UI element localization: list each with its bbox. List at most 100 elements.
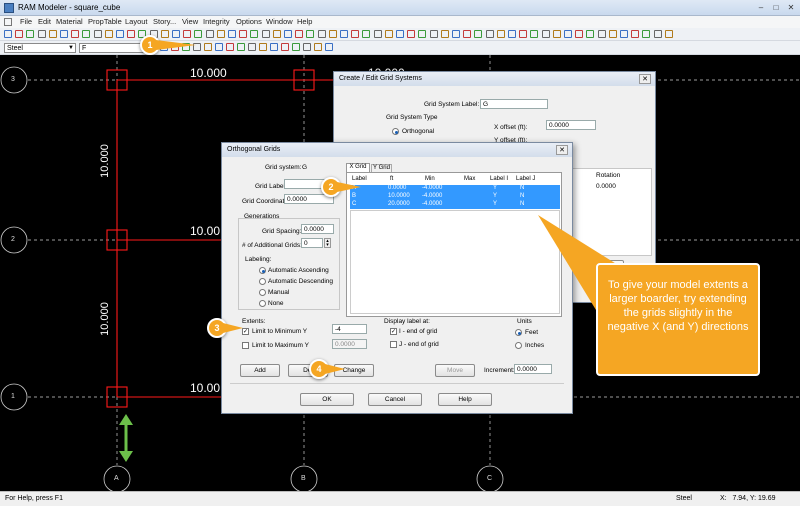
auto-ascending-radio[interactable]: [259, 267, 266, 274]
maximize-button[interactable]: □: [769, 2, 783, 13]
toolbar-tool-icon[interactable]: [48, 30, 57, 38]
toolbar-tool-icon[interactable]: [664, 30, 673, 38]
ok-button[interactable]: OK: [300, 393, 354, 406]
toolbar-tool-icon[interactable]: [93, 30, 102, 38]
toolbar-tool-icon[interactable]: [608, 30, 617, 38]
toolbar-tool-icon[interactable]: [317, 30, 326, 38]
menu-layout[interactable]: Layout: [125, 17, 148, 26]
toolbar-tool-icon[interactable]: [215, 43, 223, 51]
toolbar-tool-icon[interactable]: [384, 30, 393, 38]
table-row[interactable]: B 10.0000 -4.0000 Y N: [350, 193, 560, 201]
menu-options[interactable]: Options: [236, 17, 262, 26]
toolbar-tool-icon[interactable]: [373, 30, 382, 38]
toolbar-tool-icon[interactable]: [564, 30, 572, 38]
toolbar-tool-icon[interactable]: [237, 43, 245, 51]
toolbar-tool-icon[interactable]: [60, 30, 68, 38]
toolbar-tool-icon[interactable]: [239, 30, 248, 38]
menu-material[interactable]: Material: [56, 17, 83, 26]
toolbar-tool-icon[interactable]: [418, 30, 427, 38]
toolbar-tool-icon[interactable]: [474, 30, 483, 38]
grid-system-label-input[interactable]: G: [480, 99, 548, 109]
add-button[interactable]: Add: [240, 364, 280, 377]
toolbar-tool-icon[interactable]: [71, 30, 80, 38]
inches-radio[interactable]: [515, 342, 522, 349]
toolbar-tool-icon[interactable]: [396, 30, 404, 38]
toolbar-tool-icon[interactable]: [653, 30, 662, 38]
toolbar-tool-icon[interactable]: [270, 43, 278, 51]
toolbar-tool-icon[interactable]: [228, 30, 236, 38]
toolbar-tool-icon[interactable]: [325, 43, 333, 51]
toolbar-tool-icon[interactable]: [104, 30, 113, 38]
toolbar-tool-icon[interactable]: [183, 30, 192, 38]
toolbar-tool-icon[interactable]: [407, 30, 416, 38]
label-i-checkbox[interactable]: ✓: [390, 328, 397, 335]
menu-window[interactable]: Window: [266, 17, 293, 26]
toolbar-tool-icon[interactable]: [194, 30, 203, 38]
toolbar-tool-icon[interactable]: [463, 30, 472, 38]
toolbar-tool-icon[interactable]: [37, 30, 46, 38]
toolbar-tool-icon[interactable]: [26, 30, 35, 38]
manual-radio[interactable]: [259, 289, 266, 296]
toolbar-tool-icon[interactable]: [248, 43, 256, 51]
menu-story[interactable]: Story...: [153, 17, 176, 26]
toolbar-tool-icon[interactable]: [314, 43, 322, 51]
toolbar-tool-icon[interactable]: [340, 30, 348, 38]
cancel-button[interactable]: Cancel: [368, 393, 422, 406]
toolbar-tool-icon[interactable]: [127, 30, 136, 38]
toolbar-tool-icon[interactable]: [642, 30, 651, 38]
toolbar-tool-icon[interactable]: [530, 30, 539, 38]
additional-grids-input[interactable]: 0: [301, 238, 323, 248]
close-icon[interactable]: ✕: [639, 74, 651, 84]
toolbar-tool-icon[interactable]: [631, 30, 640, 38]
close-button[interactable]: ✕: [784, 2, 798, 13]
toolbar-tool-icon[interactable]: [303, 43, 311, 51]
spin-arrows-icon[interactable]: ▴ ▾: [324, 238, 331, 248]
toolbar-tool-icon[interactable]: [620, 30, 628, 38]
toolbar-tool-icon[interactable]: [4, 30, 12, 38]
toolbar-tool-icon[interactable]: [508, 30, 516, 38]
toolbar-tool-icon[interactable]: [575, 30, 584, 38]
toolbar-tool-icon[interactable]: [172, 30, 180, 38]
menu-file[interactable]: File: [20, 17, 32, 26]
menu-help[interactable]: Help: [297, 17, 312, 26]
close-icon[interactable]: ✕: [556, 145, 568, 155]
table-row[interactable]: C 20.0000 -4.0000 Y N: [350, 201, 560, 209]
toolbar-tool-icon[interactable]: [216, 30, 225, 38]
toolbar-tool-icon[interactable]: [496, 30, 505, 38]
limit-min-checkbox[interactable]: ✓: [242, 328, 249, 335]
toolbar-tool-icon[interactable]: [328, 30, 337, 38]
minimize-button[interactable]: –: [754, 2, 768, 13]
toolbar-tool-icon[interactable]: [519, 30, 528, 38]
toolbar-tool-icon[interactable]: [295, 30, 304, 38]
material-combo[interactable]: Steel ▼: [4, 43, 76, 53]
toolbar-tool-icon[interactable]: [281, 43, 289, 51]
toolbar-tool-icon[interactable]: [204, 43, 212, 51]
grid-table-empty-area[interactable]: [350, 210, 560, 314]
toolbar-tool-icon[interactable]: [586, 30, 595, 38]
toolbar-tool-icon[interactable]: [250, 30, 259, 38]
toolbar-tool-icon[interactable]: [116, 30, 124, 38]
toolbar-tool-icon[interactable]: [552, 30, 561, 38]
toolbar-tool-icon[interactable]: [306, 30, 315, 38]
feet-radio[interactable]: [515, 329, 522, 336]
menu-edit[interactable]: Edit: [38, 17, 51, 26]
toolbar-tool-icon[interactable]: [429, 30, 438, 38]
menu-view[interactable]: View: [182, 17, 198, 26]
limit-min-input[interactable]: -4: [332, 324, 367, 334]
table-row[interactable]: A0.0000-4.0000YN: [350, 185, 560, 193]
toolbar-tool-icon[interactable]: [485, 30, 494, 38]
toolbar-tool-icon[interactable]: [284, 30, 292, 38]
toolbar-tool-icon[interactable]: [541, 30, 550, 38]
toolbar-tool-icon[interactable]: [272, 30, 281, 38]
toolbar-tool-icon[interactable]: [226, 43, 234, 51]
orthogonal-radio[interactable]: [392, 128, 399, 135]
limit-max-checkbox[interactable]: [242, 342, 249, 349]
toolbar-tool-icon[interactable]: [160, 30, 169, 38]
auto-descending-radio[interactable]: [259, 278, 266, 285]
menu-proptable[interactable]: PropTable: [88, 17, 122, 26]
toolbar-tool-icon[interactable]: [261, 30, 270, 38]
toolbar-tool-icon[interactable]: [452, 30, 460, 38]
toolbar-tool-icon[interactable]: [351, 30, 360, 38]
move-button[interactable]: Move: [435, 364, 475, 377]
toolbar-tool-icon[interactable]: [82, 30, 91, 38]
